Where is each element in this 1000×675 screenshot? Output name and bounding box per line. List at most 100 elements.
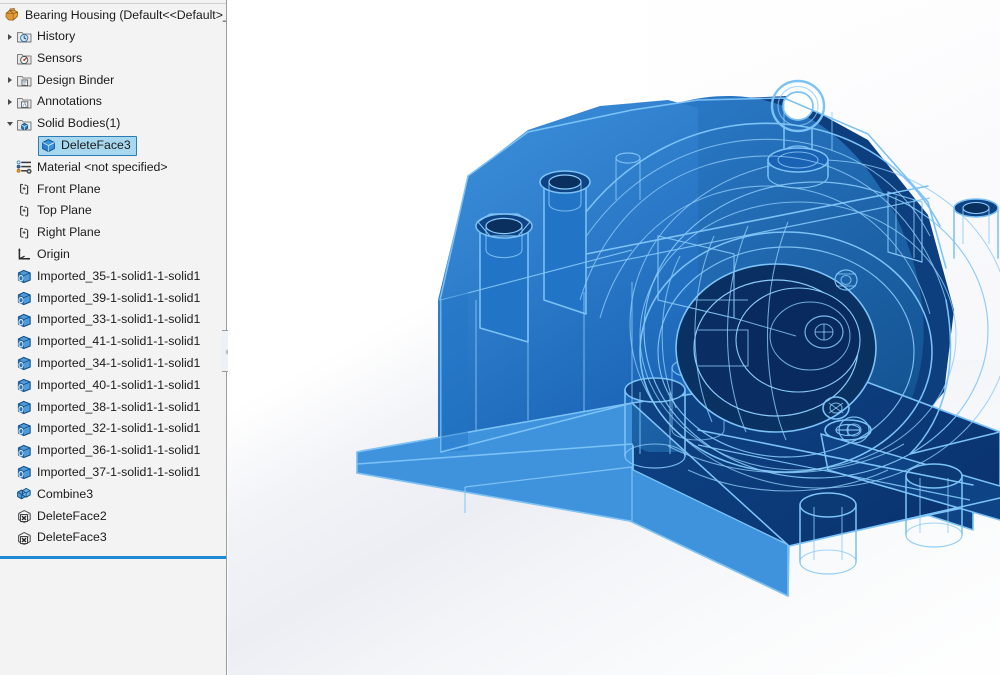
tree-item-content[interactable]: Imported_38-1-solid1-1-solid1	[16, 397, 200, 419]
tree-item-content[interactable]: Imported_36-1-solid1-1-solid1	[16, 440, 200, 462]
tree-item-content[interactable]: A Annotations	[16, 91, 102, 113]
tree-item-content[interactable]: Imported_32-1-solid1-1-solid1	[16, 418, 200, 440]
tree-item-content[interactable]: Design Binder	[16, 70, 114, 92]
tree-item-content[interactable]: Imported_41-1-solid1-1-solid1	[16, 331, 200, 353]
tree-item-content[interactable]: Origin	[16, 244, 70, 266]
rollback-bar[interactable]	[0, 556, 226, 559]
tree-item-content[interactable]: Imported_37-1-solid1-1-solid1	[16, 462, 200, 484]
tree-item-imported-33-1-solid1-1-solid1[interactable]: Imported_33-1-solid1-1-solid1	[0, 309, 226, 331]
tree-arrow-spacer	[4, 222, 16, 244]
tree-item-label: Design Binder	[37, 72, 115, 87]
origin-icon	[16, 246, 33, 263]
sensors-folder-icon	[16, 50, 33, 67]
tree-item-content[interactable]: Sensors	[16, 48, 82, 70]
expand-arrow-icon[interactable]	[4, 91, 16, 113]
tree-item-label: Imported_41-1-solid1-1-solid1	[37, 334, 201, 349]
tree-item-imported-32-1-solid1-1-solid1[interactable]: Imported_32-1-solid1-1-solid1	[0, 418, 226, 440]
tree-item-content[interactable]: Right Plane	[16, 222, 101, 244]
tree-item-content[interactable]: Imported_33-1-solid1-1-solid1	[16, 309, 200, 331]
svg-text:A: A	[22, 101, 27, 108]
tree-item-content[interactable]: Top Plane	[16, 200, 92, 222]
tree-item-content[interactable]: Imported_34-1-solid1-1-solid1	[16, 353, 200, 375]
tree-item-content[interactable]: Material <not specified>	[16, 157, 168, 179]
feature-manager-panel[interactable]: Bearing Housing (Default<<Default>_ Hist…	[0, 0, 227, 675]
tree-item-content[interactable]: Imported_35-1-solid1-1-solid1	[16, 266, 200, 288]
expand-arrow-icon[interactable]	[4, 26, 16, 48]
tree-arrow-spacer	[4, 48, 16, 70]
expand-arrow-icon[interactable]	[4, 70, 16, 92]
tree-item-content[interactable]: Imported_39-1-solid1-1-solid1	[16, 288, 200, 310]
tree-item-label: Imported_32-1-solid1-1-solid1	[37, 421, 201, 436]
tree-arrow-spacer	[4, 266, 16, 288]
tree-item-imported-36-1-solid1-1-solid1[interactable]: Imported_36-1-solid1-1-solid1	[0, 440, 226, 462]
tree-item-content[interactable]: Front Plane	[16, 179, 101, 201]
tree-arrow-spacer	[4, 179, 16, 201]
delete-face-icon	[16, 508, 33, 525]
tree-item-label: Imported_39-1-solid1-1-solid1	[37, 290, 201, 305]
tree-item-combine3[interactable]: Combine3	[0, 484, 226, 506]
tree-item-content[interactable]: DeleteFace2	[16, 506, 107, 528]
imported-feature-icon	[16, 421, 33, 438]
tree-item-top-plane[interactable]: Top Plane	[0, 200, 226, 222]
selected-tree-item[interactable]: DeleteFace3	[38, 135, 137, 156]
annotations-icon: A	[16, 94, 33, 111]
tree-item-front-plane[interactable]: Front Plane	[0, 179, 226, 201]
tree-item-deleteface2[interactable]: DeleteFace2	[0, 506, 226, 528]
tree-item-imported-34-1-solid1-1-solid1[interactable]: Imported_34-1-solid1-1-solid1	[0, 353, 226, 375]
material-icon	[16, 159, 33, 176]
solid-bodies-icon	[16, 116, 33, 133]
tree-item-origin[interactable]: Origin	[0, 244, 226, 266]
imported-feature-icon	[16, 377, 33, 394]
tree-item-right-plane[interactable]: Right Plane	[0, 222, 226, 244]
tree-item-annotations[interactable]: A Annotations	[0, 91, 226, 113]
document-title-row[interactable]: Bearing Housing (Default<<Default>_	[0, 4, 226, 26]
tree-arrow-spacer	[4, 288, 16, 310]
tree-item-imported-35-1-solid1-1-solid1[interactable]: Imported_35-1-solid1-1-solid1	[0, 266, 226, 288]
imported-feature-icon	[16, 443, 33, 460]
graphics-viewport[interactable]: .ev{fill:none;stroke:#7cc2f6;stroke-widt…	[228, 0, 1000, 675]
tree-item-sensors[interactable]: Sensors	[0, 48, 226, 70]
tree-item-imported-38-1-solid1-1-solid1[interactable]: Imported_38-1-solid1-1-solid1	[0, 397, 226, 419]
tree-item-label: DeleteFace3	[61, 137, 131, 152]
tree-item-history[interactable]: History	[0, 26, 226, 48]
body-cube-icon	[40, 137, 57, 154]
imported-feature-icon	[16, 334, 33, 351]
tree-arrow-spacer	[4, 506, 16, 528]
tree-item-label: Sensors	[37, 50, 83, 65]
tree-arrow-spacer	[4, 397, 16, 419]
tree-item-solid-bodies-1[interactable]: Solid Bodies(1)	[0, 113, 226, 135]
tree-item-label: Imported_40-1-solid1-1-solid1	[37, 377, 201, 392]
tree-item-label: History	[37, 29, 76, 43]
tree-item-imported-40-1-solid1-1-solid1[interactable]: Imported_40-1-solid1-1-solid1	[0, 375, 226, 397]
tree-item-imported-39-1-solid1-1-solid1[interactable]: Imported_39-1-solid1-1-solid1	[0, 288, 226, 310]
plane-icon	[16, 225, 33, 242]
tree-item-deleteface3[interactable]: DeleteFace3	[0, 135, 226, 157]
tree-item-content[interactable]: Imported_40-1-solid1-1-solid1	[16, 375, 200, 397]
tree-item-content[interactable]: Combine3	[16, 484, 93, 506]
tree-item-deleteface3[interactable]: DeleteFace3	[0, 527, 226, 549]
tree-arrow-spacer	[4, 418, 16, 440]
imported-feature-icon	[16, 268, 33, 285]
tree-item-label: Annotations	[37, 94, 102, 109]
tree-arrow-spacer	[4, 353, 16, 375]
tree-item-label: Imported_36-1-solid1-1-solid1	[37, 443, 201, 458]
tree-arrow-spacer	[4, 484, 16, 506]
tree-item-content[interactable]: DeleteFace3	[16, 527, 107, 549]
plane-icon	[16, 181, 33, 198]
tree-item-material-not-specified[interactable]: Material <not specified>	[0, 157, 226, 179]
tree-arrow-spacer	[4, 462, 16, 484]
tree-item-label: Solid Bodies(1)	[37, 116, 121, 131]
history-folder-icon	[16, 28, 33, 45]
tree-item-content[interactable]: Solid Bodies(1)	[16, 113, 120, 135]
tree-item-design-binder[interactable]: Design Binder	[0, 70, 226, 92]
tree-item-content[interactable]: History	[16, 26, 75, 48]
tree-arrow-spacer	[26, 135, 38, 157]
tree-item-label: Imported_35-1-solid1-1-solid1	[37, 268, 201, 283]
tree-item-imported-41-1-solid1-1-solid1[interactable]: Imported_41-1-solid1-1-solid1	[0, 331, 226, 353]
feature-tree-rows[interactable]: History Sensors Design Binder A Annotations S…	[0, 26, 226, 549]
collapse-arrow-icon[interactable]	[4, 113, 16, 135]
feature-tree-scroll-area[interactable]: Bearing Housing (Default<<Default>_ Hist…	[0, 4, 226, 675]
bearing-housing-model[interactable]: .ev{fill:none;stroke:#7cc2f6;stroke-widt…	[228, 0, 1000, 675]
tree-item-imported-37-1-solid1-1-solid1[interactable]: Imported_37-1-solid1-1-solid1	[0, 462, 226, 484]
tree-arrow-spacer	[4, 309, 16, 331]
